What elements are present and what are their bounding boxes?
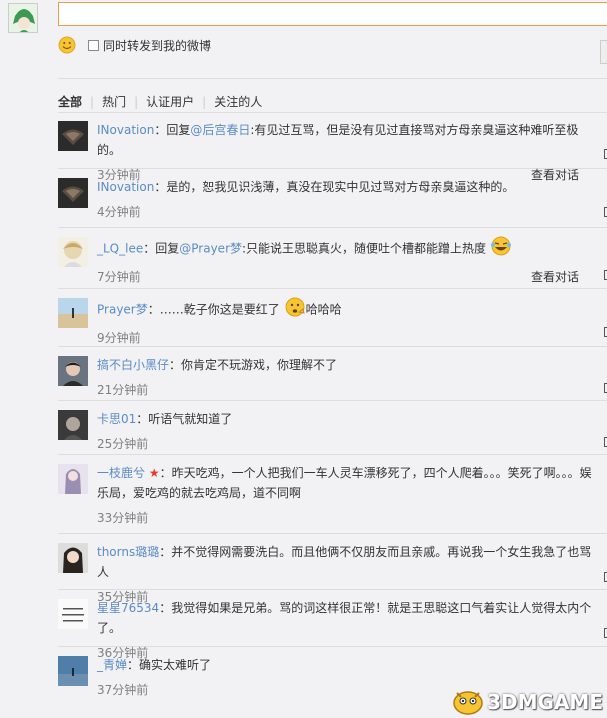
- comment-separator: ：: [159, 601, 172, 615]
- comment-time: 9分钟前: [97, 331, 141, 345]
- comment-username[interactable]: _青婵: [97, 658, 127, 672]
- comment-separator: ：: [169, 358, 182, 372]
- avatar[interactable]: [58, 178, 88, 208]
- comment-item: 星星76534：我觉得如果是兄弟。骂的词这样很正常！就是王思聪这口气着实让人觉得…: [58, 590, 607, 660]
- submit-button-edge[interactable]: [600, 40, 607, 64]
- comment-item: INovation：是的，恕我见识浅薄，真没在现实中见过骂对方母亲臭逼这种的。 …: [58, 169, 607, 228]
- reply-prefix: 回复: [155, 241, 180, 256]
- comment-text: 是的，恕我见识浅薄，真没在现实中见过骂对方母亲臭逼这种的。: [166, 180, 515, 194]
- comment-item: 搞不白小黑仔：你肯定不玩游戏，你理解不了 21分钟前: [58, 347, 607, 401]
- comment-text: 确实太难听了: [139, 658, 212, 672]
- comment-username[interactable]: _LQ_lee: [97, 242, 143, 256]
- comment-text: :只能说王思聪真火，随便吐个槽都能蹭上热度: [242, 241, 487, 256]
- comment-input[interactable]: [58, 2, 607, 26]
- comment-separator: ：: [159, 545, 172, 559]
- mention-link[interactable]: @后宫春日: [190, 123, 250, 137]
- repost-label: 同时转发到我的微博: [103, 39, 212, 53]
- avatar[interactable]: [58, 410, 88, 440]
- watermark-text: 3DMGAME: [487, 690, 603, 714]
- mention-link[interactable]: @Prayer梦: [179, 242, 242, 256]
- tab-verified-users[interactable]: 认证用户: [146, 93, 194, 110]
- comment-time: 33分钟前: [97, 511, 149, 525]
- emoji-icon[interactable]: [58, 36, 76, 54]
- comment-text: 昨天吃鸡，一个人把我们一车人灵车漂移死了，四个人爬着。。。笑死了啊。。。娱乐局，…: [97, 466, 592, 500]
- tab-hot[interactable]: 热门: [102, 93, 126, 110]
- comment-item: 卡思01：听语气就知道了 25分钟前: [58, 401, 607, 455]
- thinking-emoji-icon: [284, 297, 306, 323]
- comment-username[interactable]: 一枝鹿兮: [97, 466, 145, 480]
- avatar[interactable]: [58, 656, 88, 686]
- avatar[interactable]: [58, 237, 88, 267]
- reply-prefix: 回复: [166, 123, 191, 137]
- avatar[interactable]: [58, 121, 88, 151]
- laugh-cry-emoji-icon: [490, 236, 512, 262]
- star-badge-icon[interactable]: ★: [149, 466, 160, 480]
- avatar[interactable]: [58, 464, 88, 494]
- comment-item: INovation：回复@后宫春日:有见过互骂，但是没有见过直接骂对方母亲臭逼这…: [58, 112, 607, 182]
- comment-separator: ：: [136, 412, 149, 426]
- watermark-logo-icon: [453, 691, 483, 715]
- divider: [58, 78, 607, 79]
- comment-separator: ：: [127, 658, 140, 672]
- comment-separator: ：: [147, 302, 160, 317]
- repost-checkbox[interactable]: [88, 40, 99, 51]
- avatar[interactable]: [58, 543, 88, 573]
- site-watermark: 3DMGAME: [451, 688, 603, 716]
- comment-username[interactable]: Prayer梦: [97, 303, 148, 317]
- tab-separator: |: [90, 94, 95, 109]
- current-user-avatar[interactable]: [8, 3, 38, 33]
- comment-filter-tabs: 全部 | 热门 | 认证用户 | 关注的人: [58, 93, 262, 110]
- comment-time: 21分钟前: [97, 383, 149, 397]
- comment-time: 25分钟前: [97, 437, 149, 451]
- comment-username[interactable]: thorns璐璐: [97, 545, 159, 559]
- comment-text: 我觉得如果是兄弟。骂的词这样很正常！就是王思聪这口气着实让人觉得太内个了。: [97, 601, 592, 635]
- comment-separator: ：: [154, 180, 167, 194]
- comment-username[interactable]: 搞不白小黑仔: [97, 358, 169, 372]
- tab-separator: |: [202, 94, 207, 109]
- comment-separator: ：: [159, 466, 172, 480]
- comment-username[interactable]: 星星76534: [97, 601, 159, 615]
- comment-username[interactable]: INovation: [97, 180, 154, 194]
- comment-list: INovation：回复@后宫春日:有见过互骂，但是没有见过直接骂对方母亲臭逼这…: [0, 112, 607, 707]
- comment-username[interactable]: INovation: [97, 123, 154, 137]
- avatar[interactable]: [58, 599, 88, 629]
- comment-username[interactable]: 卡思01: [97, 412, 136, 426]
- comment-text: 听语气就知道了: [148, 412, 233, 426]
- comment-item: 一枝鹿兮 ★：昨天吃鸡，一个人把我们一车人灵车漂移死了，四个人爬着。。。笑死了啊…: [58, 455, 607, 534]
- comment-text: ……乾子你这是要红了: [159, 302, 280, 317]
- comment-separator: ：: [143, 241, 156, 256]
- comment-time: 4分钟前: [97, 205, 141, 219]
- tab-following[interactable]: 关注的人: [214, 93, 262, 110]
- tab-separator: |: [134, 94, 139, 109]
- tab-all[interactable]: 全部: [58, 93, 82, 110]
- comment-item: _LQ_lee：回复@Prayer梦:只能说王思聪真火，随便吐个槽都能蹭上热度 …: [58, 228, 607, 289]
- repost-option[interactable]: 同时转发到我的微博: [88, 37, 211, 54]
- comment-text: 并不觉得网需要洗白。而且他俩不仅朋友而且亲戚。再说我一个女生我急了也骂人: [97, 545, 592, 579]
- comment-time: 7分钟前: [97, 270, 141, 284]
- avatar[interactable]: [58, 356, 88, 386]
- avatar[interactable]: [58, 298, 88, 328]
- comment-text: 你肯定不玩游戏，你理解不了: [181, 358, 338, 372]
- comment-item: thorns璐璐：并不觉得网需要洗白。而且他俩不仅朋友而且亲戚。再说我一个女生我…: [58, 534, 607, 604]
- comment-text-suffix: 哈哈哈: [305, 302, 342, 317]
- comment-time: 37分钟前: [97, 683, 149, 697]
- view-conversation-link[interactable]: 查看对话: [531, 267, 579, 287]
- comment-item: Prayer梦：……乾子你这是要红了 哈哈哈 9分钟前: [58, 289, 607, 347]
- comment-separator: ：: [154, 123, 167, 137]
